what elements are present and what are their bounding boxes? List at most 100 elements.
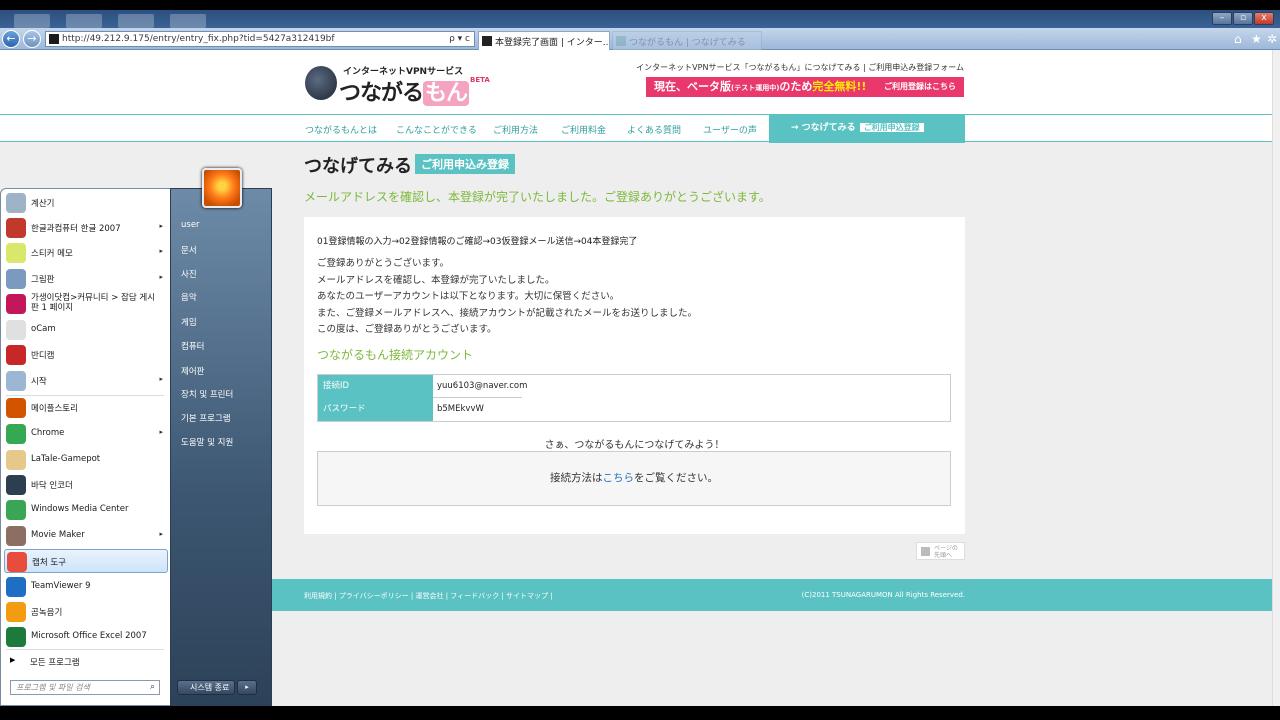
page-scrollbar[interactable] xyxy=(1272,50,1280,706)
program-item[interactable]: TeamViewer 9 xyxy=(4,575,168,599)
nav-item-faq[interactable]: よくある質問 xyxy=(627,123,681,136)
shutdown-options-button[interactable]: ▸ xyxy=(237,680,257,695)
submenu-arrow-icon: ▸ xyxy=(159,375,163,383)
global-nav: つながるもんとは こんなことができる ご利用方法 ご利用料金 よくある質問 ユー… xyxy=(0,114,1272,143)
site-logo[interactable]: インターネットVPNサービス つながるもん BETA xyxy=(305,64,495,106)
tab-active[interactable]: 本登録完了画面 | インター... xyxy=(478,31,610,50)
search-icon[interactable]: ⌕ xyxy=(150,681,155,694)
submenu-arrow-icon: ▸ xyxy=(159,247,163,255)
places-item[interactable]: 문서 xyxy=(181,244,197,256)
beta-banner[interactable]: 現在、ベータ版(テスト運用中)のため完全無料!! ご利用登録はこちら xyxy=(646,77,964,97)
howto-link[interactable]: こちら xyxy=(603,472,635,484)
program-item[interactable]: 가생이닷컴>커뮤니티 > 잡담 게시판 1 페이지 xyxy=(4,292,168,316)
body-line: メールアドレスを確認し、本登録が完了いたしました。 xyxy=(317,275,555,286)
body-line: ご登録ありがとうございます。 xyxy=(317,258,450,269)
star-icon[interactable]: ★ xyxy=(1251,32,1262,46)
content-card: 01登録情報の入力→02登録情報のご確認→03仮登録メール送信→04本登録完了 … xyxy=(304,217,965,534)
header-breadcrumb: インターネットVPNサービス「つながるもん」につなげてみる | ご利用申込み登録… xyxy=(636,63,964,72)
program-item[interactable]: Windows Media Center xyxy=(4,498,168,522)
program-item[interactable]: 반디캠 xyxy=(4,343,168,367)
places-item[interactable]: 기본 프로그램 xyxy=(181,412,231,424)
user-avatar[interactable] xyxy=(202,168,242,208)
program-item[interactable]: 계산기 xyxy=(4,191,168,215)
all-programs[interactable]: 모든 프로그램 xyxy=(30,656,80,668)
program-label: 스티커 메모 xyxy=(31,249,73,259)
banner-cta[interactable]: ご利用登録はこちら xyxy=(884,77,956,97)
program-item[interactable]: 곰녹음기 xyxy=(4,600,168,624)
taskbar-ghost xyxy=(66,14,102,28)
submenu-arrow-icon: ▸ xyxy=(159,273,163,281)
places-item[interactable]: user xyxy=(181,220,200,230)
page-title: つなげてみる xyxy=(304,156,412,177)
program-label: 곰녹음기 xyxy=(31,608,63,618)
taskbar-ghost xyxy=(118,14,154,28)
banner-text-b: のため xyxy=(779,80,813,93)
places-item[interactable]: 음악 xyxy=(181,291,197,303)
logo-text-a: つながる xyxy=(339,81,424,106)
program-item[interactable]: Movie Maker ▸ xyxy=(4,524,168,548)
mascot-icon xyxy=(305,66,337,100)
program-item[interactable]: 스티커 메모 ▸ xyxy=(4,241,168,265)
program-label: 메이플스토리 xyxy=(31,404,78,414)
program-item[interactable]: oCam xyxy=(4,318,168,342)
maximize-button[interactable]: ▫ xyxy=(1233,12,1253,25)
page-top-button[interactable]: ページの先頭へ xyxy=(916,542,965,560)
program-label: 캡처 도구 xyxy=(32,558,66,568)
footer-links[interactable]: 利用規約 | プライバシーポリシー | 運営会社 | フィードバック | サイト… xyxy=(304,591,553,601)
places-item[interactable]: 게임 xyxy=(181,316,197,328)
maplestory-icon xyxy=(6,398,26,418)
gear-icon[interactable]: ✲ xyxy=(1267,32,1277,46)
registration-steps: 01登録情報の入力→02登録情報のご確認→03仮登録メール送信→04本登録完了 xyxy=(317,237,638,247)
site-header: インターネットVPNサービス つながるもん BETA インターネットVPNサービ… xyxy=(0,50,1272,114)
submenu-arrow-icon: ▸ xyxy=(159,428,163,436)
places-item[interactable]: 컴퓨터 xyxy=(181,340,204,352)
sticky-note-icon xyxy=(6,243,26,263)
beta-tag: BETA xyxy=(470,76,490,84)
nav-item-pricing[interactable]: ご利用料金 xyxy=(561,123,606,136)
program-label: 가생이닷컴>커뮤니티 > 잡담 게시판 1 페이지 xyxy=(31,293,156,313)
program-item[interactable]: 바닥 인코더 xyxy=(4,473,168,497)
places-item[interactable]: 도움말 및 지원 xyxy=(181,436,233,448)
nav-item-features[interactable]: こんなことができる xyxy=(396,123,477,136)
nav-item-about[interactable]: つながるもんとは xyxy=(305,123,377,136)
program-item[interactable]: 그림판 ▸ xyxy=(4,267,168,291)
program-label: TeamViewer 9 xyxy=(31,581,91,591)
lets-connect-text: さぁ、つながるもんにつなげてみよう！ xyxy=(544,440,725,451)
address-bar[interactable]: http://49.212.9.175/entry/entry_fix.php?… xyxy=(45,31,475,47)
hangul-icon xyxy=(6,218,26,238)
body-line: あなたのユーザーアカウントは以下となります。大切に保管ください。 xyxy=(317,291,620,302)
back-button[interactable]: ← xyxy=(2,30,20,48)
submenu-arrow-icon: ▸ xyxy=(159,530,163,538)
close-button[interactable]: x xyxy=(1254,12,1274,25)
gom-recorder-icon xyxy=(6,602,26,622)
footer-copyright: (C)2011 TSUNAGARUMON All Rights Reserved… xyxy=(801,591,965,599)
places-item[interactable]: 장치 및 프린터 xyxy=(181,388,233,400)
account-id-label: 接続ID xyxy=(318,375,433,398)
minimize-button[interactable]: – xyxy=(1212,12,1232,25)
page-top-icon xyxy=(921,547,930,556)
start-search-input[interactable]: 프로그램 및 파일 검색 ⌕ xyxy=(10,680,160,695)
program-item[interactable]: Microsoft Office Excel 2007 xyxy=(4,625,168,649)
program-label: 시작 xyxy=(31,377,47,387)
places-item[interactable]: 제어판 xyxy=(181,365,204,377)
nav-item-usage[interactable]: ご利用方法 xyxy=(493,123,538,136)
snipping-tool-icon xyxy=(7,552,27,572)
tab-inactive[interactable]: つながるもん | つなげてみる xyxy=(612,31,762,50)
shutdown-button[interactable]: 시스템 종료 xyxy=(177,680,235,695)
program-item[interactable]: Chrome ▸ xyxy=(4,422,168,446)
places-item[interactable]: 사진 xyxy=(181,268,197,280)
nav-item-try[interactable]: → つなげてみる ご利用申込登録 xyxy=(769,114,965,143)
forward-button[interactable]: → xyxy=(23,30,41,48)
address-url: http://49.212.9.175/entry/entry_fix.php?… xyxy=(62,34,335,44)
program-item[interactable]: LaTale-Gamepot xyxy=(4,448,168,472)
search-refresh-icons[interactable]: ρ ▾ c xyxy=(449,32,470,46)
nav-item-voices[interactable]: ユーザーの声 xyxy=(703,123,757,136)
program-item[interactable]: 한글과컴퓨터 한글 2007 ▸ xyxy=(4,216,168,240)
program-item[interactable]: 캡처 도구 xyxy=(4,549,168,573)
all-programs-arrow-icon: ▶ xyxy=(10,656,16,664)
program-item[interactable]: 메이플스토리 xyxy=(4,396,168,420)
program-label: Chrome xyxy=(31,428,65,438)
tab-inactive-label: つながるもん | つなげてみる xyxy=(629,38,746,48)
program-item[interactable]: 시작 ▸ xyxy=(4,369,168,393)
home-icon[interactable]: ⌂ xyxy=(1234,32,1242,46)
